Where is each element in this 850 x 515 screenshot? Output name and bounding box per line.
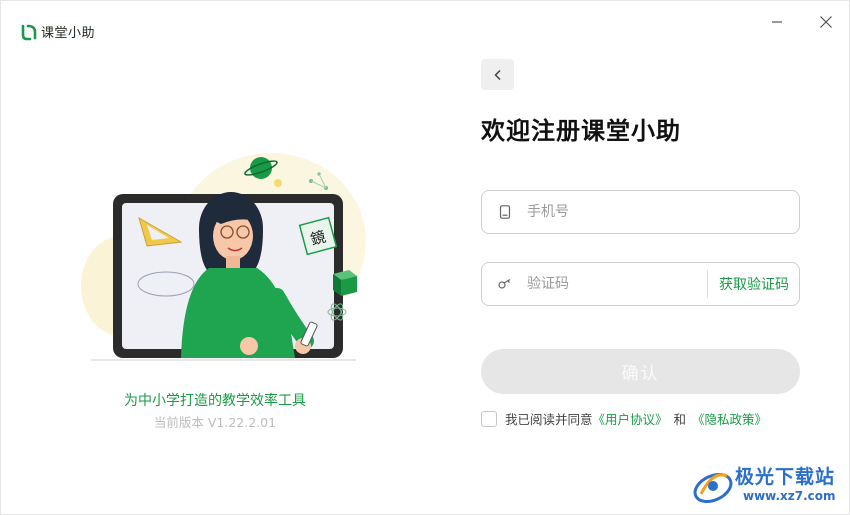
verification-code-input[interactable] — [527, 263, 707, 305]
teacher-illustration: 鏡 — [81, 153, 366, 361]
close-icon — [820, 16, 832, 28]
chevron-left-icon — [493, 69, 501, 80]
tagline: 为中小学打造的教学效率工具 — [124, 393, 306, 409]
phone-field[interactable] — [481, 190, 800, 234]
agreement-and: 和 — [673, 412, 687, 427]
key-icon — [498, 277, 512, 291]
user-agreement-link[interactable]: 《用户协议》 — [593, 409, 668, 428]
page-title: 欢迎注册课堂小助 — [481, 117, 681, 145]
app-name: 课堂小助 — [41, 26, 96, 41]
minimize-button[interactable] — [765, 11, 789, 33]
minimize-icon — [772, 21, 782, 23]
app-logo-icon — [21, 24, 37, 40]
site-watermark: 极光下载站 www.xz7.com — [691, 462, 847, 512]
app-window: 课堂小助 鏡 为中小学打造的教学效率工具 当前版本 V1.22.2.01 欢迎注… — [0, 0, 850, 515]
phone-input[interactable] — [527, 191, 799, 233]
watermark-name: 极光下载站 — [735, 466, 836, 488]
privacy-policy-link[interactable]: 《隐私政策》 — [692, 409, 767, 428]
watermark-url: www.xz7.com — [743, 489, 836, 503]
watermark-logo-icon — [693, 472, 733, 504]
back-button[interactable] — [481, 59, 514, 90]
agreement-checkbox[interactable] — [481, 410, 497, 427]
get-code-button[interactable]: 获取验证码 — [707, 270, 799, 298]
phone-icon — [498, 205, 512, 219]
agreement-row: 我已阅读并同意 《用户协议》 和 《隐私政策》 — [481, 409, 767, 428]
close-button[interactable] — [814, 11, 838, 33]
agreement-text: 我已阅读并同意 — [505, 412, 593, 427]
version-label: 当前版本 V1.22.2.01 — [153, 415, 277, 430]
confirm-button[interactable]: 确认 — [481, 349, 800, 394]
verification-code-field[interactable]: 获取验证码 — [481, 262, 800, 306]
app-logo: 课堂小助 — [21, 22, 95, 41]
